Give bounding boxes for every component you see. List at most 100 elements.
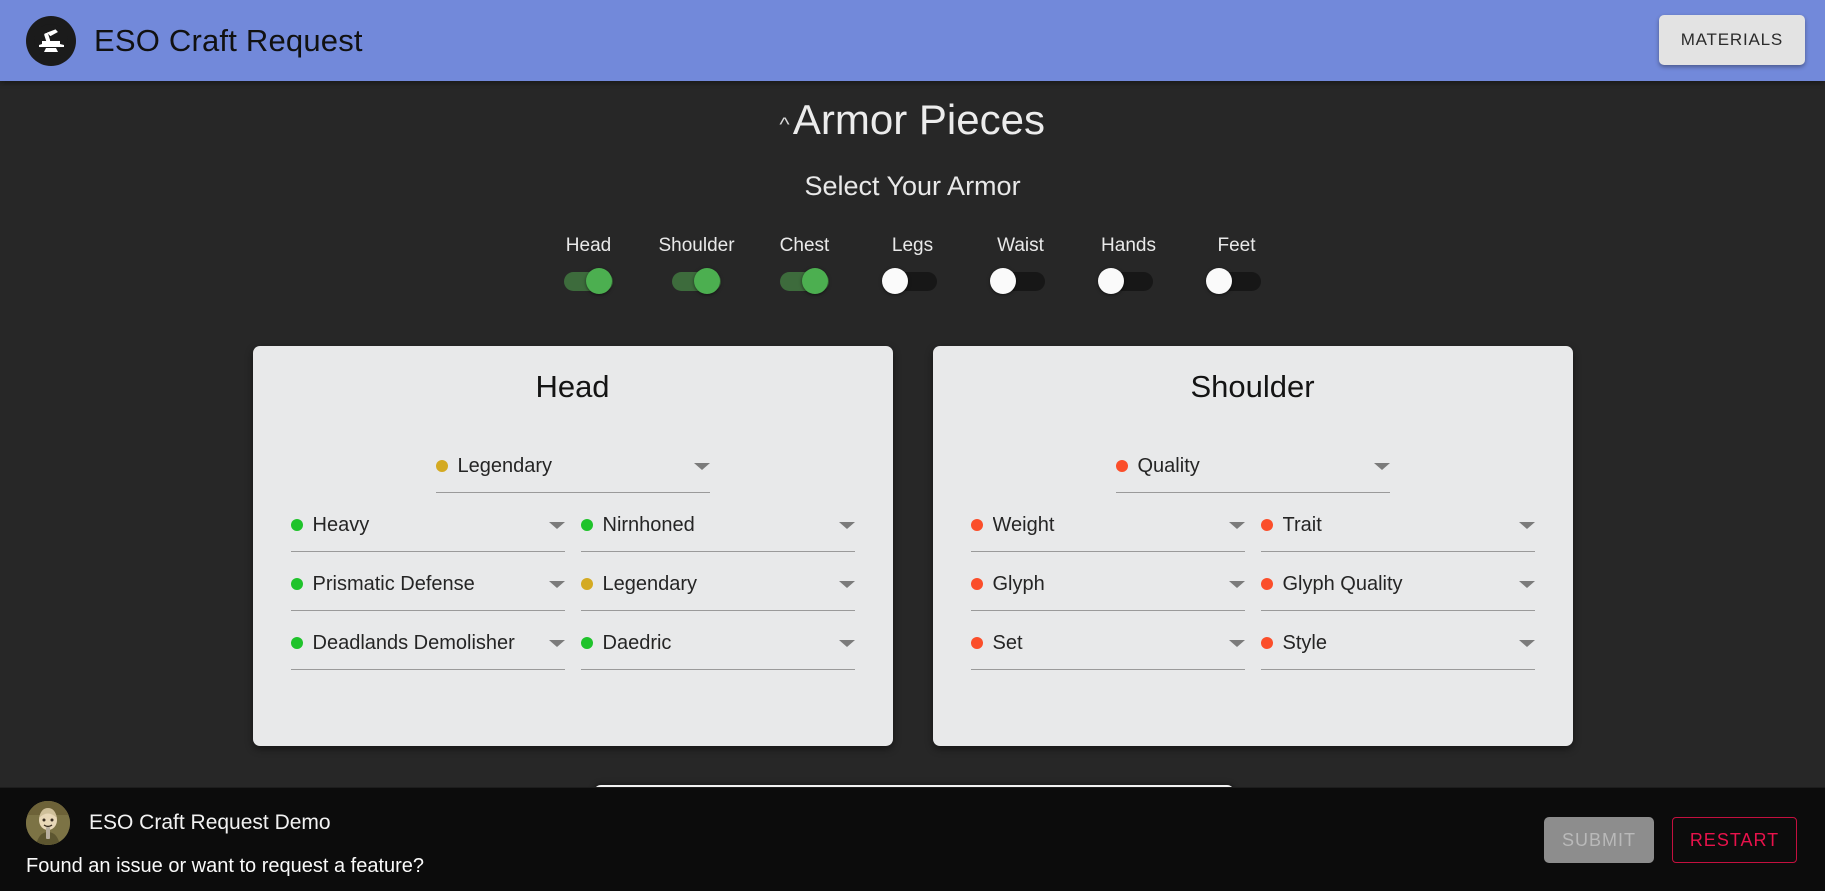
dropdown-field[interactable]: Glyph	[970, 569, 1245, 611]
dropdown-field[interactable]: Daedric	[580, 628, 855, 670]
status-dot	[970, 637, 983, 649]
chevron-down-icon[interactable]	[1228, 639, 1245, 647]
dropdown-control[interactable]: Nirnhoned	[580, 510, 855, 540]
dropdown-field[interactable]: Heavy	[290, 510, 565, 552]
page-title: Armor Pieces	[792, 96, 1045, 143]
dropdown-value: Trait	[1282, 513, 1322, 536]
card-body: Quality Weight Trait Glyph Glyph Quality Set S…	[933, 451, 1573, 670]
dropdown-control[interactable]: Heavy	[290, 510, 565, 540]
dropdown-field[interactable]: Trait	[1260, 510, 1535, 552]
chevron-down-icon[interactable]	[838, 521, 855, 529]
app-title: ESO Craft Request	[94, 22, 363, 58]
materials-button[interactable]: MATERIALS	[1658, 15, 1805, 65]
armor-toggle-cell: Chest	[751, 235, 859, 296]
armor-toggle-label: Feet	[1217, 235, 1256, 256]
dropdown-control[interactable]: Legendary	[580, 569, 855, 599]
footer-actions: SUBMIT RESTART	[1544, 817, 1797, 863]
dropdown-control[interactable]: Prismatic Defense	[290, 569, 565, 599]
dropdown-control[interactable]: Weight	[970, 510, 1245, 540]
toggle-thumb	[882, 268, 908, 294]
anvil-hammer-icon	[26, 15, 76, 66]
status-dot	[435, 460, 448, 472]
field-underline	[290, 551, 565, 552]
armor-toggle-shoulder[interactable]	[665, 266, 728, 296]
field-underline	[580, 551, 855, 552]
field-row: Weight Trait	[933, 510, 1573, 552]
armor-toggle-label: Waist	[997, 235, 1044, 256]
dropdown-field[interactable]: Glyph Quality	[1260, 569, 1535, 611]
chevron-down-icon[interactable]	[1518, 580, 1535, 588]
armor-toggle-feet[interactable]	[1205, 266, 1268, 296]
chevron-up-icon[interactable]: ^	[779, 116, 789, 135]
section-subtitle: Select Your Armor	[804, 171, 1021, 201]
armor-toggle-label: Shoulder	[658, 235, 735, 256]
dropdown-control[interactable]: Quality	[1115, 451, 1390, 481]
chevron-down-icon[interactable]	[548, 580, 565, 588]
dropdown-field[interactable]: Nirnhoned	[580, 510, 855, 552]
armor-toggle-waist[interactable]	[989, 266, 1052, 296]
toggle-thumb	[694, 268, 720, 294]
dropdown-field[interactable]: Deadlands Demolisher	[290, 628, 565, 670]
dropdown-value: Heavy	[312, 513, 370, 536]
card-body: Legendary Heavy Nirnhoned Prismatic Defense…	[253, 451, 893, 670]
armor-toggle-chest[interactable]	[773, 266, 836, 296]
footer-app-name: ESO Craft Request Demo	[89, 811, 331, 834]
dropdown-field[interactable]: Style	[1260, 628, 1535, 670]
armor-toggle-cell: Legs	[859, 235, 967, 296]
chevron-down-icon[interactable]	[1228, 521, 1245, 529]
chevron-down-icon[interactable]	[838, 639, 855, 647]
field-underline	[290, 669, 565, 670]
dropdown-value: Deadlands Demolisher	[312, 631, 515, 654]
armor-toggle-head[interactable]	[557, 266, 620, 296]
dropdown-field[interactable]: Set	[970, 628, 1245, 670]
app-root: ESO Craft Request MATERIALS ^ Armor Piec…	[0, 0, 1825, 891]
status-dot	[290, 578, 303, 590]
dropdown-control[interactable]: Set	[970, 628, 1245, 658]
armor-toggle-hands[interactable]	[1097, 266, 1160, 296]
dropdown-field[interactable]: Prismatic Defense	[290, 569, 565, 611]
armor-toggle-cell: Head	[535, 235, 643, 296]
armor-card-head: Head Legendary Heavy Nirnhoned Prismatic Def…	[252, 346, 893, 746]
dropdown-value: Nirnhoned	[602, 513, 695, 536]
chevron-down-icon[interactable]	[1518, 639, 1535, 647]
dropdown-value: Glyph	[992, 572, 1045, 595]
dropdown-control[interactable]: Trait	[1260, 510, 1535, 540]
dropdown-control[interactable]: Daedric	[580, 628, 855, 658]
chevron-down-icon[interactable]	[1518, 521, 1535, 529]
dropdown-control[interactable]: Legendary	[435, 451, 710, 481]
status-dot	[580, 519, 593, 531]
toggle-thumb	[990, 268, 1016, 294]
dropdown-field[interactable]: Weight	[970, 510, 1245, 552]
chevron-down-icon[interactable]	[1228, 580, 1245, 588]
dropdown-control[interactable]: Deadlands Demolisher	[290, 628, 565, 658]
quality-row: Quality	[933, 451, 1573, 493]
field-underline	[290, 610, 565, 611]
field-underline	[580, 669, 855, 670]
dropdown-field[interactable]: Legendary	[580, 569, 855, 611]
armor-toggle-legs[interactable]	[881, 266, 944, 296]
status-dot	[290, 519, 303, 531]
status-dot	[1260, 578, 1273, 590]
chevron-down-icon[interactable]	[693, 462, 710, 470]
submit-button[interactable]: SUBMIT	[1544, 817, 1654, 863]
demo-footer: ESO Craft Request Demo Found an issue or…	[0, 787, 1825, 891]
footer-info: ESO Craft Request Demo Found an issue or…	[26, 801, 424, 878]
quality-row: Legendary	[253, 451, 893, 493]
status-dot	[580, 637, 593, 649]
field-underline	[435, 492, 710, 493]
dropdown-control[interactable]: Style	[1260, 628, 1535, 658]
dropdown-field[interactable]: Quality	[1115, 451, 1390, 493]
dropdown-value: Style	[1282, 631, 1327, 654]
chevron-down-icon[interactable]	[838, 580, 855, 588]
chevron-down-icon[interactable]	[548, 521, 565, 529]
dropdown-field[interactable]: Legendary	[435, 451, 710, 493]
card-title: Shoulder	[1190, 369, 1315, 404]
status-dot	[290, 637, 303, 649]
field-row: Prismatic Defense Legendary	[253, 569, 893, 611]
dropdown-control[interactable]: Glyph Quality	[1260, 569, 1535, 599]
dropdown-control[interactable]: Glyph	[970, 569, 1245, 599]
armor-toggle-cell: Waist	[967, 235, 1075, 296]
chevron-down-icon[interactable]	[548, 639, 565, 647]
chevron-down-icon[interactable]	[1373, 462, 1390, 470]
restart-button[interactable]: RESTART	[1672, 817, 1797, 863]
